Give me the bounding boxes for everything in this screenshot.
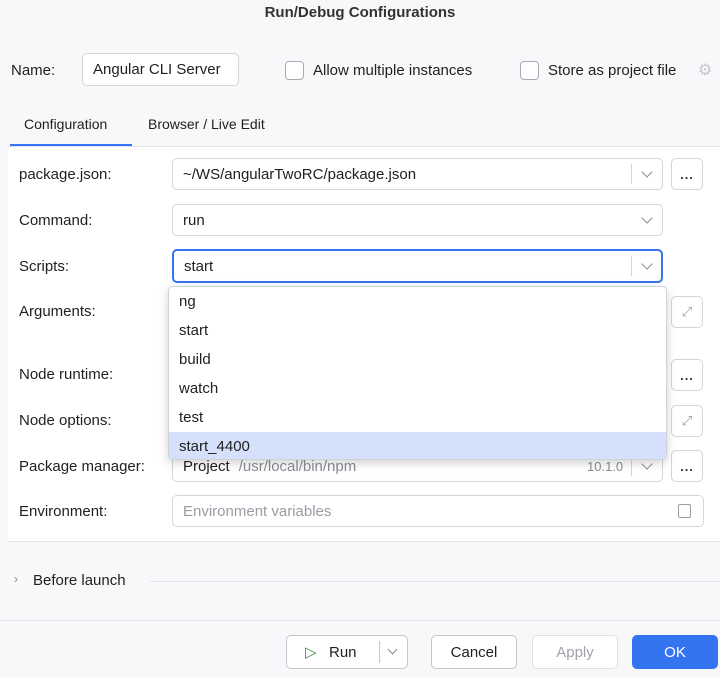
cancel-button[interactable]: Cancel <box>431 635 517 669</box>
divider <box>631 164 632 184</box>
command-label: Command: <box>19 212 93 229</box>
chevron-down-icon[interactable] <box>387 644 398 655</box>
name-input[interactable]: Angular CLI Server <box>82 53 239 86</box>
expand-icon[interactable]: ⤢ <box>671 405 703 437</box>
package-json-value: ~/WS/angularTwoRC/package.json <box>183 165 417 183</box>
tab-browser-live-edit[interactable]: Browser / Live Edit <box>148 116 265 132</box>
arguments-label: Arguments: <box>19 303 96 320</box>
scripts-select[interactable]: start <box>172 249 663 283</box>
package-json-browse-button[interactable]: ... <box>671 158 703 190</box>
environment-placeholder: Environment variables <box>183 502 332 520</box>
list-item[interactable]: test <box>169 403 666 432</box>
chevron-down-icon[interactable] <box>641 258 653 270</box>
list-item[interactable]: watch <box>169 374 666 403</box>
package-manager-version: 10.1.0 <box>587 458 624 474</box>
store-project-label: Store as project file <box>548 62 677 79</box>
package-manager-label: Package manager: <box>19 458 145 475</box>
package-json-label: package.json: <box>19 166 112 183</box>
ok-button[interactable]: OK <box>632 635 718 669</box>
name-label: Name: <box>11 62 56 79</box>
store-project-checkbox[interactable] <box>520 61 539 80</box>
divider <box>631 256 632 276</box>
tab-configuration[interactable]: Configuration <box>24 116 107 132</box>
allow-multiple-label: Allow multiple instances <box>313 62 473 79</box>
scripts-dropdown: ng start build watch test start_4400 <box>168 286 667 460</box>
divider <box>379 641 380 663</box>
package-manager-browse-button[interactable]: ... <box>671 450 703 482</box>
list-item[interactable]: ng <box>169 287 666 316</box>
window-title: Run/Debug Configurations <box>264 4 456 21</box>
list-item-selected[interactable]: start_4400 <box>169 432 666 459</box>
chevron-right-icon[interactable]: › <box>14 572 18 586</box>
package-json-select[interactable]: ~/WS/angularTwoRC/package.json <box>172 158 663 190</box>
chevron-down-icon[interactable] <box>641 166 653 178</box>
node-options-label: Node options: <box>19 412 112 429</box>
node-runtime-browse-button[interactable]: ... <box>671 359 703 391</box>
document-icon[interactable] <box>678 504 691 518</box>
allow-multiple-checkbox[interactable] <box>285 61 304 80</box>
scripts-value: start <box>184 257 214 275</box>
before-launch-label[interactable]: Before launch <box>33 572 126 589</box>
command-select[interactable]: run <box>172 204 663 236</box>
name-input-value: Angular CLI Server <box>93 61 221 78</box>
list-item[interactable]: start <box>169 316 666 345</box>
environment-input[interactable]: Environment variables <box>172 495 704 527</box>
divider <box>0 620 720 621</box>
package-manager-value: Project <box>183 457 230 475</box>
command-value: run <box>183 211 205 229</box>
list-item[interactable]: build <box>169 345 666 374</box>
divider <box>150 581 720 582</box>
environment-label: Environment: <box>19 503 108 520</box>
apply-button[interactable]: Apply <box>532 635 618 669</box>
gear-icon[interactable]: ⚙ <box>698 60 712 80</box>
play-icon: ▷ <box>305 644 317 661</box>
expand-icon[interactable]: ⤢ <box>671 296 703 328</box>
node-runtime-label: Node runtime: <box>19 366 114 383</box>
run-button[interactable]: Run <box>329 644 357 661</box>
run-button-group: ▷ Run <box>286 635 408 669</box>
package-manager-path: /usr/local/bin/npm <box>238 457 357 475</box>
chevron-down-icon[interactable] <box>641 212 653 224</box>
chevron-down-icon[interactable] <box>641 458 653 470</box>
scripts-label: Scripts: <box>19 258 70 275</box>
